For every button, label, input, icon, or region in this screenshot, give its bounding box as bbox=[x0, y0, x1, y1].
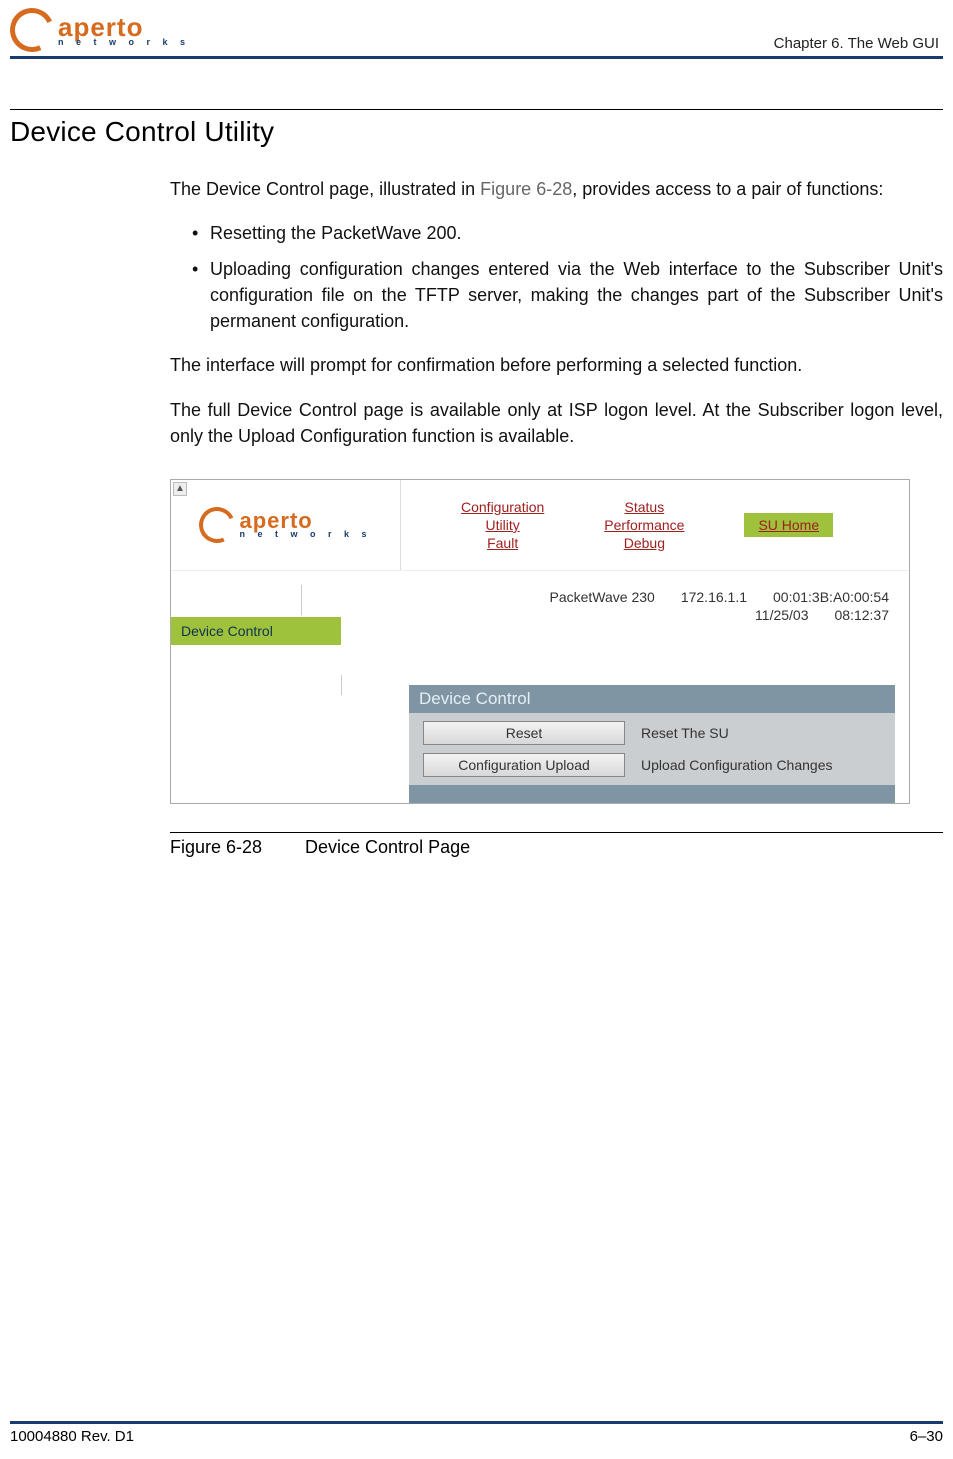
logo-sub: n e t w o r k s bbox=[239, 530, 371, 539]
figure-title: Device Control Page bbox=[305, 837, 470, 857]
section-title: Device Control Utility bbox=[10, 116, 943, 148]
nav-link-configuration[interactable]: Configuration bbox=[461, 499, 544, 515]
screenshot-logo-cell: ▲ aperto n e t w o r k s bbox=[171, 480, 401, 570]
swoosh-icon bbox=[4, 2, 60, 58]
screenshot-container: ▲ aperto n e t w o r k s Configuration U… bbox=[170, 479, 910, 804]
table-row: Configuration Upload Upload Configuratio… bbox=[415, 749, 889, 781]
reset-button[interactable]: Reset bbox=[423, 721, 625, 745]
device-control-screenshot: ▲ aperto n e t w o r k s Configuration U… bbox=[170, 479, 910, 804]
paragraph: The full Device Control page is availabl… bbox=[170, 397, 943, 449]
nav-link-fault[interactable]: Fault bbox=[487, 535, 518, 551]
intro-before: The Device Control page, illustrated in bbox=[170, 179, 480, 199]
device-date: 11/25/03 bbox=[755, 607, 808, 623]
device-mac: 00:01:3B:A0:00:54 bbox=[773, 589, 889, 605]
device-info: PacketWave 230 172.16.1.1 00:01:3B:A0:00… bbox=[401, 585, 909, 629]
list-item: Uploading configuration changes entered … bbox=[192, 256, 943, 334]
su-home-button[interactable]: SU Home bbox=[744, 513, 833, 537]
panel-title: Device Control bbox=[409, 685, 895, 713]
nav-col-1: Configuration Utility Fault bbox=[461, 499, 544, 551]
swoosh-icon bbox=[194, 502, 240, 548]
panel-footer-bar bbox=[409, 785, 895, 803]
aperto-logo-small: aperto n e t w o r k s bbox=[199, 507, 371, 543]
nav-link-debug[interactable]: Debug bbox=[624, 535, 665, 551]
body-text: The Device Control page, illustrated in … bbox=[170, 176, 943, 449]
nav-col-2: Status Performance Debug bbox=[604, 499, 684, 551]
reset-desc: Reset The SU bbox=[633, 717, 889, 749]
sidebar-spacer bbox=[341, 675, 401, 695]
device-control-panel: Device Control Reset Reset The SU Config… bbox=[409, 685, 895, 803]
aperto-logo: aperto n e t w o r k s bbox=[10, 8, 190, 52]
footer-page: 6–30 bbox=[910, 1428, 943, 1445]
device-ip: 172.16.1.1 bbox=[681, 589, 747, 605]
footer-rev: 10004880 Rev. D1 bbox=[10, 1428, 134, 1445]
config-upload-desc: Upload Configuration Changes bbox=[633, 749, 889, 781]
device-model: PacketWave 230 bbox=[550, 589, 655, 605]
table-row: Reset Reset The SU bbox=[415, 717, 889, 749]
chapter-label: Chapter 6. The Web GUI bbox=[774, 35, 943, 52]
bullet-list: Resetting the PacketWave 200. Uploading … bbox=[192, 220, 943, 334]
intro-after: , provides access to a pair of functions… bbox=[572, 179, 883, 199]
figure-rule bbox=[170, 832, 943, 833]
vertical-separator bbox=[301, 585, 401, 615]
page-header: aperto n e t w o r k s Chapter 6. The We… bbox=[10, 0, 943, 59]
figure-caption: Figure 6-28 Device Control Page bbox=[170, 837, 943, 858]
intro-paragraph: The Device Control page, illustrated in … bbox=[170, 176, 943, 202]
figure-number: Figure 6-28 bbox=[170, 837, 300, 858]
figure-reference-link[interactable]: Figure 6-28 bbox=[480, 179, 572, 199]
panel-table: Reset Reset The SU Configuration Upload … bbox=[415, 717, 889, 781]
scroll-up-icon[interactable]: ▲ bbox=[173, 482, 187, 496]
nav-link-performance[interactable]: Performance bbox=[604, 517, 684, 533]
top-nav: Configuration Utility Fault Status Perfo… bbox=[401, 480, 909, 570]
device-time: 08:12:37 bbox=[835, 607, 890, 623]
logo-sub: n e t w o r k s bbox=[58, 38, 190, 47]
section-rule bbox=[10, 109, 943, 110]
list-item: Resetting the PacketWave 200. bbox=[192, 220, 943, 246]
device-control-tab[interactable]: Device Control bbox=[171, 617, 341, 645]
nav-link-status[interactable]: Status bbox=[625, 499, 665, 515]
nav-link-utility[interactable]: Utility bbox=[486, 517, 520, 533]
logo-brand: aperto bbox=[58, 14, 190, 40]
paragraph: The interface will prompt for confirmati… bbox=[170, 352, 943, 378]
config-upload-button[interactable]: Configuration Upload bbox=[423, 753, 625, 777]
page-footer: 10004880 Rev. D1 6–30 bbox=[10, 1421, 943, 1445]
